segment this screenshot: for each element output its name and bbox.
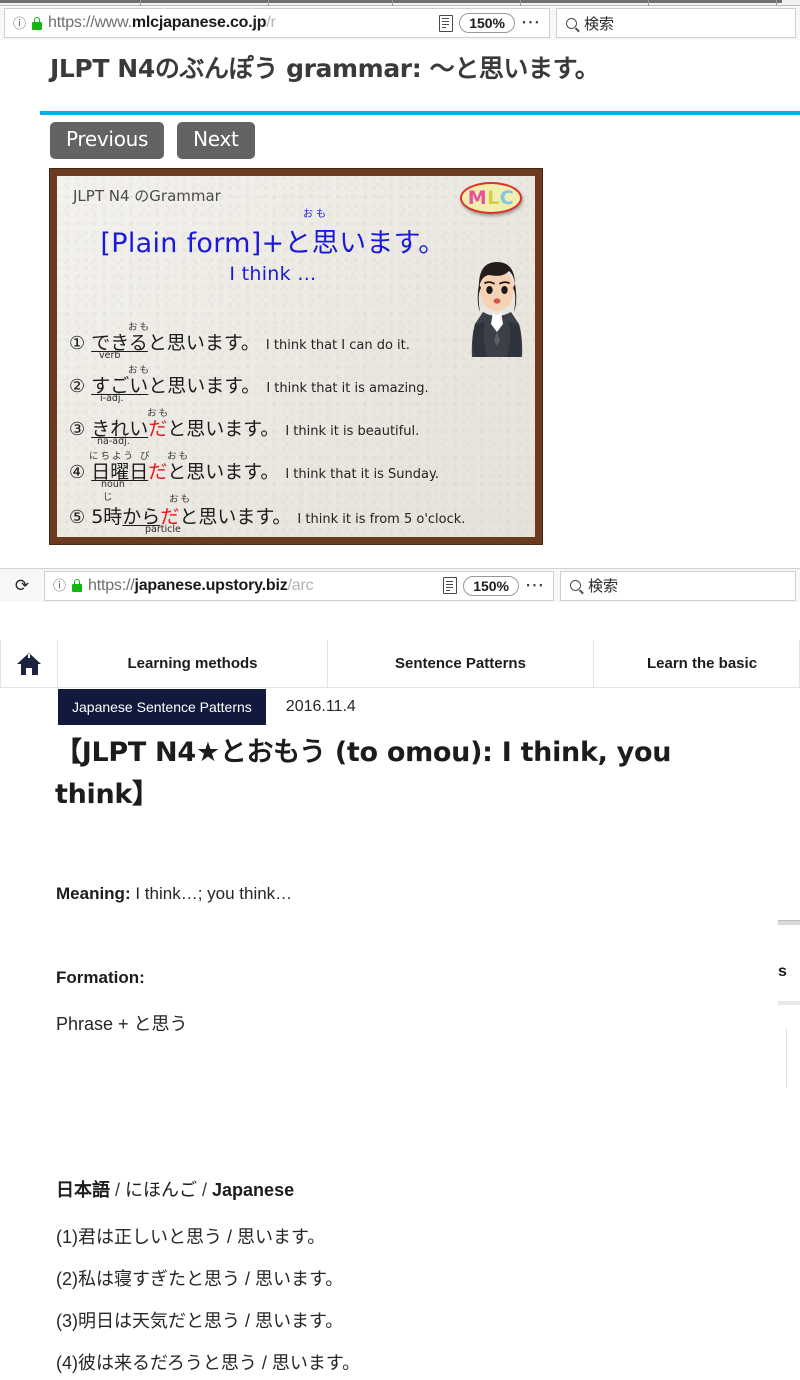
mlcjapanese-page-content: JLPT N4のぶんぽう grammar: ～と思います。 Previous N… <box>0 40 800 544</box>
pager-controls: Previous Next <box>50 122 255 159</box>
example-row: おも ① できると思います。 I think that I can do it. … <box>69 322 410 361</box>
meaning-text: I think…; you think… <box>130 884 293 903</box>
tab-strip-line <box>0 0 782 3</box>
post-date: 2016.11.4 <box>285 698 356 715</box>
reload-icon[interactable]: ⟳ <box>0 571 44 601</box>
sidebar-peek-line <box>786 1028 787 1088</box>
home-icon <box>16 652 42 675</box>
info-icon[interactable]: ⓘ <box>53 579 66 592</box>
example-row: じ おも ⑤ 5時からだと思います。 I think it is from 5 o… <box>69 492 466 535</box>
list-item: (2)私は寝すぎたと思う / 思います。 <box>56 1269 344 1290</box>
example-row: にちよう び おも ④ 日曜日だと思います。 I think that it is… <box>69 451 439 490</box>
accent-divider <box>40 111 800 115</box>
lock-icon[interactable] <box>32 16 43 30</box>
formula-ruby: おも <box>303 209 329 220</box>
example-row: おも ③ きれいだと思います。 I think it is beautiful. … <box>69 408 420 447</box>
page-title-top: JLPT N4のぶんぽう grammar: ～と思います。 <box>50 54 600 83</box>
slide-header: JLPT N4 のGrammar <box>73 187 221 205</box>
lock-icon[interactable] <box>72 579 83 592</box>
formation-text: Phrase + と思う <box>56 1014 188 1034</box>
address-bar-bottom[interactable]: ⓘ https://japanese.upstory.biz/arc 150% … <box>44 570 554 601</box>
meaning-label: Meaning: <box>56 884 131 903</box>
page-actions-icon[interactable]: ⋯ <box>525 576 545 595</box>
previous-button[interactable]: Previous <box>50 122 165 159</box>
browser-toolbar-bottom: ⟳ ⓘ https://japanese.upstory.biz/arc 150… <box>0 568 800 602</box>
search-placeholder-top: 検索 <box>584 15 615 33</box>
search-placeholder-bottom: 検索 <box>588 578 619 595</box>
sidebar-peek-divider-2 <box>778 1001 800 1005</box>
address-bar-top[interactable]: ⓘ https://www.mlcjapanese.co.jp/r 150% ⋯ <box>4 8 550 38</box>
zoom-level-indicator[interactable]: 150% <box>463 575 519 596</box>
screenshot-root: ⓘ https://www.mlcjapanese.co.jp/r 150% ⋯… <box>0 0 800 1380</box>
grammar-formula-translation: I think … <box>229 263 317 285</box>
search-icon <box>566 17 577 29</box>
grammar-formula-block: おも [Plain form]+と思います。 I think … <box>57 209 489 286</box>
list-item: (4)彼は来るだろうと思う / 思います。 <box>56 1353 361 1374</box>
nav-item-learning-methods[interactable]: Learning methods <box>58 640 328 687</box>
category-badge[interactable]: Japanese Sentence Patterns <box>58 689 266 725</box>
japanese-sentence-list: (1)君は正しいと思う / 思います。 (2)私は寝すぎたと思う / 思います。… <box>56 1216 360 1380</box>
post-meta-row: Japanese Sentence Patterns 2016.11.4 <box>0 689 800 725</box>
nav-item-sentence-patterns[interactable]: Sentence Patterns <box>328 640 594 687</box>
next-button[interactable]: Next <box>177 122 255 159</box>
search-bar-bottom[interactable]: 検索 <box>560 570 796 601</box>
reader-view-icon[interactable] <box>439 14 454 32</box>
page-actions-icon[interactable]: ⋯ <box>521 13 541 32</box>
japanese-section-heading: 日本語 / にほんご / Japanese <box>56 1180 295 1200</box>
site-navigation-bar: Learning methods Sentence Patterns Learn… <box>0 640 800 688</box>
example-row: おも ② すごいと思います。 I think that it is amazing… <box>69 365 429 404</box>
list-item: (3)明日は天気だと思う / 思います。 <box>56 1311 344 1332</box>
nav-home-button[interactable] <box>0 640 58 687</box>
post-title: 【JLPT N4★とおもう (to omou): I think, you th… <box>55 737 672 810</box>
reader-view-icon[interactable] <box>443 577 458 594</box>
url-text-bottom: https://japanese.upstory.biz/arc <box>88 576 314 594</box>
grammar-slide-image: JLPT N4 のGrammar MLC おも [Plain form]+と思い… <box>50 169 542 544</box>
browser-toolbar-top: ⓘ https://www.mlcjapanese.co.jp/r 150% ⋯… <box>0 6 800 40</box>
zoom-level-indicator[interactable]: 150% <box>459 13 515 33</box>
formation-label: Formation: <box>56 968 145 987</box>
sidebar-peek-text: s <box>778 963 787 980</box>
grammar-examples-list: おも ① できると思います。 I think that I can do it. … <box>69 319 527 535</box>
search-icon <box>570 580 581 591</box>
sidebar-peek[interactable]: s <box>778 920 800 1088</box>
url-text-top: https://www.mlcjapanese.co.jp/r <box>48 14 276 31</box>
sidebar-peek-divider <box>778 920 800 925</box>
meaning-line: Meaning: I think…; you think… <box>56 884 292 904</box>
info-icon[interactable]: ⓘ <box>13 17 26 30</box>
nav-item-learn-the-basics[interactable]: Learn the basic <box>594 640 800 687</box>
list-item: (1)君は正しいと思う / 思います。 <box>56 1227 326 1247</box>
search-bar-top[interactable]: 検索 <box>556 8 796 38</box>
grammar-formula: [Plain form]+と思います。 <box>100 228 446 259</box>
